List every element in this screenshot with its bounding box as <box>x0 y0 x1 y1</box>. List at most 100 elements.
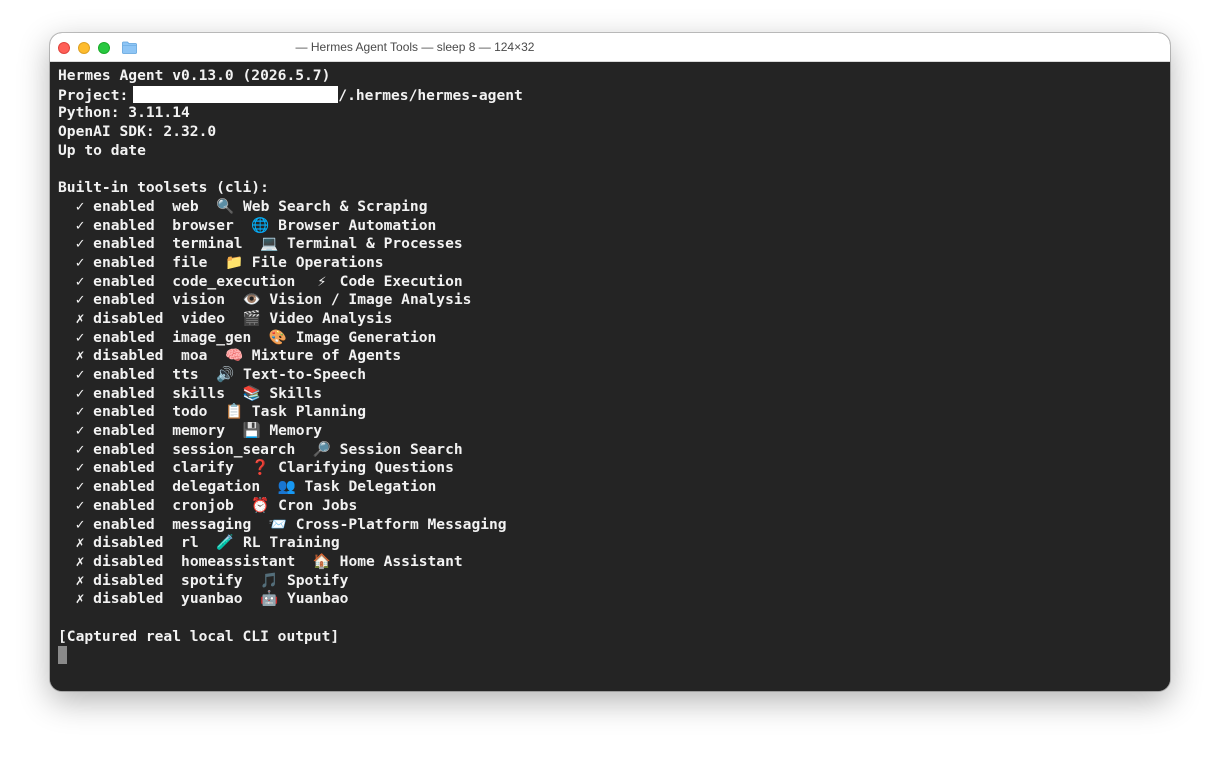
toolset-description: RL Training <box>243 534 340 552</box>
toolset-description: Task Delegation <box>304 478 437 496</box>
terminal-output[interactable]: Hermes Agent v0.13.0 (2026.5.7) Project:… <box>50 62 1170 691</box>
toolset-status-mark: ✗ <box>75 590 85 608</box>
toolset-row-tts: ✓ enabled tts 🔊 Text-to-Speech <box>58 366 1162 385</box>
toolset-status-mark: ✓ <box>75 291 85 309</box>
toolset-state: disabled <box>93 571 164 589</box>
toolset-name: memory <box>172 422 225 440</box>
toolset-description: Browser Automation <box>278 216 437 234</box>
toolset-icon: 🎬 <box>242 309 261 327</box>
project-label: Project: <box>58 86 129 104</box>
toolset-icon: 🧪 <box>216 534 235 552</box>
toolset-status-mark: ✓ <box>75 403 85 421</box>
capture-note: [Captured real local CLI output] <box>58 627 340 645</box>
toolset-name: vision <box>172 291 225 309</box>
toolset-state: enabled <box>93 403 155 421</box>
toolset-name: delegation <box>172 478 261 496</box>
toolset-state: disabled <box>93 347 164 365</box>
toolset-description: File Operations <box>251 253 384 271</box>
title-bar[interactable]: — Hermes Agent Tools — sleep 8 — 124×32 <box>50 33 1170 62</box>
toolset-row-browser: ✓ enabled browser 🌐 Browser Automation <box>58 217 1162 236</box>
toolset-row-web: ✓ enabled web 🔍 Web Search & Scraping <box>58 198 1162 217</box>
toolset-state: enabled <box>93 216 155 234</box>
window-title: — Hermes Agent Tools — sleep 8 — 124×32 <box>295 40 535 54</box>
toolset-status-mark: ✓ <box>75 440 85 458</box>
toolset-icon: ⚡ <box>317 272 327 290</box>
toolset-name: terminal <box>172 235 243 253</box>
toolset-name: todo <box>172 403 208 421</box>
toolset-status-mark: ✓ <box>75 328 85 346</box>
toolset-row-file: ✓ enabled file 📁 File Operations <box>58 254 1162 273</box>
toolset-status-mark: ✓ <box>75 366 85 383</box>
toolset-name: cronjob <box>172 496 234 514</box>
toolset-row-skills: ✓ enabled skills 📚 Skills <box>58 385 1162 404</box>
toolset-row-code_execution: ✓ enabled code_execution ⚡ Code Executio… <box>58 273 1162 292</box>
text-cursor <box>58 646 67 665</box>
status-line: Up to date <box>58 141 146 159</box>
toolset-description: Cross-Platform Messaging <box>295 515 507 533</box>
toolset-row-clarify: ✓ enabled clarify ❓ Clarifying Questions <box>58 459 1162 478</box>
toolset-row-video: ✗ disabled video 🎬 Video Analysis <box>58 310 1162 329</box>
toolset-name: messaging <box>172 515 252 533</box>
toolset-row-session_search: ✓ enabled session_search 🔎 Session Searc… <box>58 441 1162 460</box>
toolset-description: Image Generation <box>295 328 437 346</box>
toolset-row-memory: ✓ enabled memory 💾 Memory <box>58 422 1162 441</box>
toolset-name: spotify <box>181 571 243 589</box>
toolset-description: Session Search <box>339 440 463 458</box>
toolset-status-mark: ✗ <box>75 347 85 365</box>
toolset-row-spotify: ✗ disabled spotify 🎵 Spotify <box>58 572 1162 591</box>
project-path: /.hermes/hermes-agent <box>338 86 523 104</box>
toolset-row-delegation: ✓ enabled delegation 👥 Task Delegation <box>58 478 1162 497</box>
toolset-status-mark: ✗ <box>75 309 85 327</box>
toolset-icon: 🌐 <box>251 216 270 234</box>
toolset-status-mark: ✓ <box>75 422 85 440</box>
toolset-status-mark: ✗ <box>75 571 85 589</box>
toolset-state: enabled <box>93 272 155 290</box>
toolset-icon: 🔊 <box>216 366 235 383</box>
toolset-state: enabled <box>93 496 155 514</box>
toolset-description: Clarifying Questions <box>278 459 454 477</box>
toolset-description: Video Analysis <box>269 309 393 327</box>
toolset-state: enabled <box>93 253 155 271</box>
toolset-status-mark: ✓ <box>75 478 85 496</box>
toolset-state: disabled <box>93 309 164 327</box>
toolset-status-mark: ✓ <box>75 197 85 215</box>
toolset-icon: 🎨 <box>268 328 288 346</box>
toolset-state: enabled <box>93 515 155 533</box>
toolset-state: enabled <box>93 422 155 440</box>
toolset-state: enabled <box>93 384 155 402</box>
toolset-state: disabled <box>93 534 164 552</box>
toolset-row-homeassistant: ✗ disabled homeassistant 🏠 Home Assistan… <box>58 553 1162 572</box>
prompt-line <box>58 646 1162 665</box>
toolset-icon: 🔎 <box>312 440 332 458</box>
toolset-state: enabled <box>93 235 155 253</box>
toolset-description: Home Assistant <box>339 552 463 570</box>
toolset-description: Mixture of Agents <box>251 347 402 365</box>
toolset-icon: 💻 <box>260 235 279 253</box>
toolset-icon: 📨 <box>268 515 288 533</box>
python-line: Python: 3.11.14 <box>58 104 190 122</box>
toolset-list: ✓ enabled web 🔍 Web Search & Scraping ✓ … <box>58 198 1162 609</box>
project-line: Project: /.hermes/hermes-agent <box>58 85 1162 105</box>
toolset-description: Web Search & Scraping <box>243 197 428 215</box>
toolset-row-moa: ✗ disabled moa 🧠 Mixture of Agents <box>58 347 1162 366</box>
terminal-window: — Hermes Agent Tools — sleep 8 — 124×32 … <box>50 33 1170 691</box>
toolset-name: rl <box>181 534 199 552</box>
toolset-name: skills <box>172 384 225 402</box>
toolset-icon: 👁️ <box>242 291 261 309</box>
toolset-state: enabled <box>93 328 155 346</box>
toolset-status-mark: ✓ <box>75 253 85 271</box>
toolset-description: Terminal & Processes <box>286 235 463 253</box>
toolset-row-terminal: ✓ enabled terminal 💻 Terminal & Processe… <box>58 235 1162 254</box>
toolset-name: image_gen <box>172 328 252 346</box>
toolset-description: Cron Jobs <box>278 496 358 514</box>
toolset-status-mark: ✓ <box>75 459 85 477</box>
toolset-description: Skills <box>269 384 323 402</box>
toolset-icon: 🤖 <box>260 590 279 608</box>
toolset-name: video <box>181 309 225 327</box>
toolset-row-yuanbao: ✗ disabled yuanbao 🤖 Yuanbao <box>58 590 1162 609</box>
toolset-state: disabled <box>93 552 164 570</box>
toolset-icon: 📋 <box>225 403 244 421</box>
toolset-description: Text-to-Speech <box>243 366 367 383</box>
toolset-state: enabled <box>93 197 155 215</box>
